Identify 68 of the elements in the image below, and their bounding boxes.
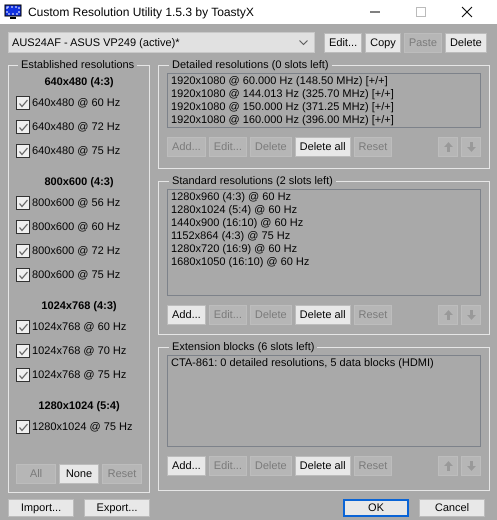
down-arrow-icon	[466, 310, 476, 320]
list-box[interactable]: 1920x1080 @ 60.000 Hz (148.50 MHz) [+/+] 1920x1080 @ 144.013 Hz (325.70 MHz) [+/+] 1920x1080 @ 150.000 Hz (371.25 MHz) [+/+] 1920x1080 @ 160.000 Hz (396.00 MHz) [+/+]	[167, 73, 481, 128]
checkbox[interactable]	[16, 320, 30, 334]
checkbox[interactable]	[16, 268, 30, 282]
checkbox-label[interactable]: 640x480 @ 60 Hz	[32, 97, 120, 109]
checkbox-label[interactable]: 1280x1024 @ 75 Hz	[32, 421, 132, 433]
dialog-button[interactable]: Cancel	[419, 499, 485, 517]
monitor-icon	[4, 4, 22, 20]
panel-button[interactable]: None	[59, 464, 99, 484]
checkbox[interactable]	[16, 344, 30, 358]
dialog-button[interactable]: OK	[343, 499, 409, 517]
section-button[interactable]: Add...	[167, 305, 206, 325]
list-item[interactable]: 1152x864 (4:3) @ 75 Hz	[171, 230, 477, 243]
up-arrow-icon	[444, 142, 452, 152]
toolbar-button[interactable]: Edit...	[324, 32, 362, 52]
checkbox-label[interactable]: 1024x768 @ 60 Hz	[32, 321, 126, 333]
resolution-heading: 800x600 (4:3)	[43, 175, 115, 190]
checkbox[interactable]	[16, 244, 30, 258]
checkbox[interactable]	[16, 144, 30, 158]
up-arrow-icon	[444, 461, 452, 471]
list-box[interactable]: CTA-861: 0 detailed resolutions, 5 data blocks (HDMI)	[167, 355, 481, 447]
checkbox[interactable]	[16, 368, 30, 382]
section-button[interactable]: Add...	[167, 456, 206, 476]
checkbox-label[interactable]: 800x600 @ 60 Hz	[32, 221, 120, 233]
list-item[interactable]: 1920x1080 @ 160.000 Hz (396.00 MHz) [+/+]	[171, 114, 477, 127]
group-title: Established resolutions	[20, 59, 136, 71]
checkbox-label[interactable]: 1024x768 @ 70 Hz	[32, 345, 126, 357]
down-arrow-icon	[466, 461, 476, 471]
list-item[interactable]: 1920x1080 @ 60.000 Hz (148.50 MHz) [+/+]	[171, 75, 477, 88]
section-button[interactable]: Delete all	[294, 305, 351, 325]
up-arrow-icon	[444, 310, 452, 320]
window-title: Custom Resolution Utility 1.5.3 by ToastyX	[28, 5, 254, 19]
group-title: Standard resolutions (2 slots left)	[171, 175, 334, 187]
dialog-button[interactable]: Export...	[84, 499, 150, 517]
checkbox[interactable]	[16, 420, 30, 434]
display-dropdown[interactable]: AUS24AF - ASUS VP249 (active)*	[8, 32, 315, 53]
group-title: Extension blocks (6 slots left)	[171, 341, 316, 353]
close-icon[interactable]	[461, 6, 473, 18]
checkbox-label[interactable]: 640x480 @ 72 Hz	[32, 121, 120, 133]
resolution-heading: 1280x1024 (5:4)	[37, 399, 121, 414]
section-button[interactable]: Delete all	[294, 456, 351, 476]
list-item[interactable]: 1280x720 (16:9) @ 60 Hz	[171, 243, 477, 256]
checkbox[interactable]	[16, 220, 30, 234]
list-item[interactable]: CTA-861: 0 detailed resolutions, 5 data blocks (HDMI)	[171, 357, 477, 370]
dialog-button[interactable]: Import...	[8, 499, 74, 517]
list-item[interactable]: 1280x960 (4:3) @ 60 Hz	[171, 191, 477, 204]
list-item[interactable]: 1680x1050 (16:10) @ 60 Hz	[171, 256, 477, 269]
resolution-heading: 1024x768 (4:3)	[40, 299, 118, 314]
group-title: Detailed resolutions (0 slots left)	[171, 59, 330, 71]
checkbox-label[interactable]: 800x600 @ 72 Hz	[32, 245, 120, 257]
toolbar-button[interactable]: Copy	[365, 32, 401, 52]
chevron-icon	[299, 40, 308, 46]
list-box[interactable]: 1280x960 (4:3) @ 60 Hz 1280x1024 (5:4) @ 60 Hz 1440x900 (16:10) @ 60 Hz 1152x864 (4:3) @ 75 Hz 1280x720 (16:9) @ 60 Hz 1680x1050 (16:10) @ 60 Hz	[167, 189, 481, 296]
checkbox-label[interactable]: 800x600 @ 75 Hz	[32, 269, 120, 281]
checkbox[interactable]	[16, 196, 30, 210]
down-arrow-icon	[466, 142, 476, 152]
checkbox[interactable]	[16, 96, 30, 110]
checkbox-label[interactable]: 800x600 @ 56 Hz	[32, 197, 120, 209]
section-button[interactable]: Delete all	[294, 137, 351, 157]
checkbox[interactable]	[16, 120, 30, 134]
toolbar-button[interactable]: Delete	[444, 32, 487, 52]
checkbox-label[interactable]: 1024x768 @ 75 Hz	[32, 369, 126, 381]
list-item[interactable]: 1920x1080 @ 144.013 Hz (325.70 MHz) [+/+]	[171, 88, 477, 101]
list-item[interactable]: 1280x1024 (5:4) @ 60 Hz	[171, 204, 477, 217]
checkbox-label[interactable]: 640x480 @ 75 Hz	[32, 145, 120, 157]
list-item[interactable]: 1440x900 (16:10) @ 60 Hz	[171, 217, 477, 230]
list-item[interactable]: 1920x1080 @ 150.000 Hz (371.25 MHz) [+/+]	[171, 101, 477, 114]
resolution-heading: 640x480 (4:3)	[43, 75, 115, 90]
